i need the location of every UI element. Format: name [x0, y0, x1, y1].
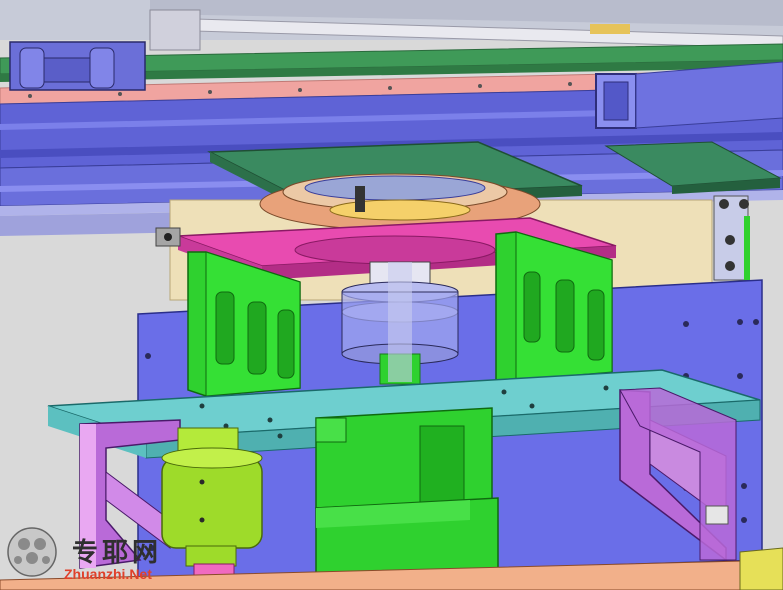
right-side-bracket [713, 195, 750, 281]
watermark-text-en: Zhuanzhi.Net [64, 566, 152, 582]
watermark-logo [7, 527, 57, 577]
linear-slider-block [9, 41, 146, 91]
watermark-text-cn: 专耶网 [72, 538, 163, 568]
green-right-side-plate [495, 231, 613, 383]
green-servo-motor [315, 407, 499, 590]
cad-3d-viewport[interactable] [0, 0, 783, 590]
